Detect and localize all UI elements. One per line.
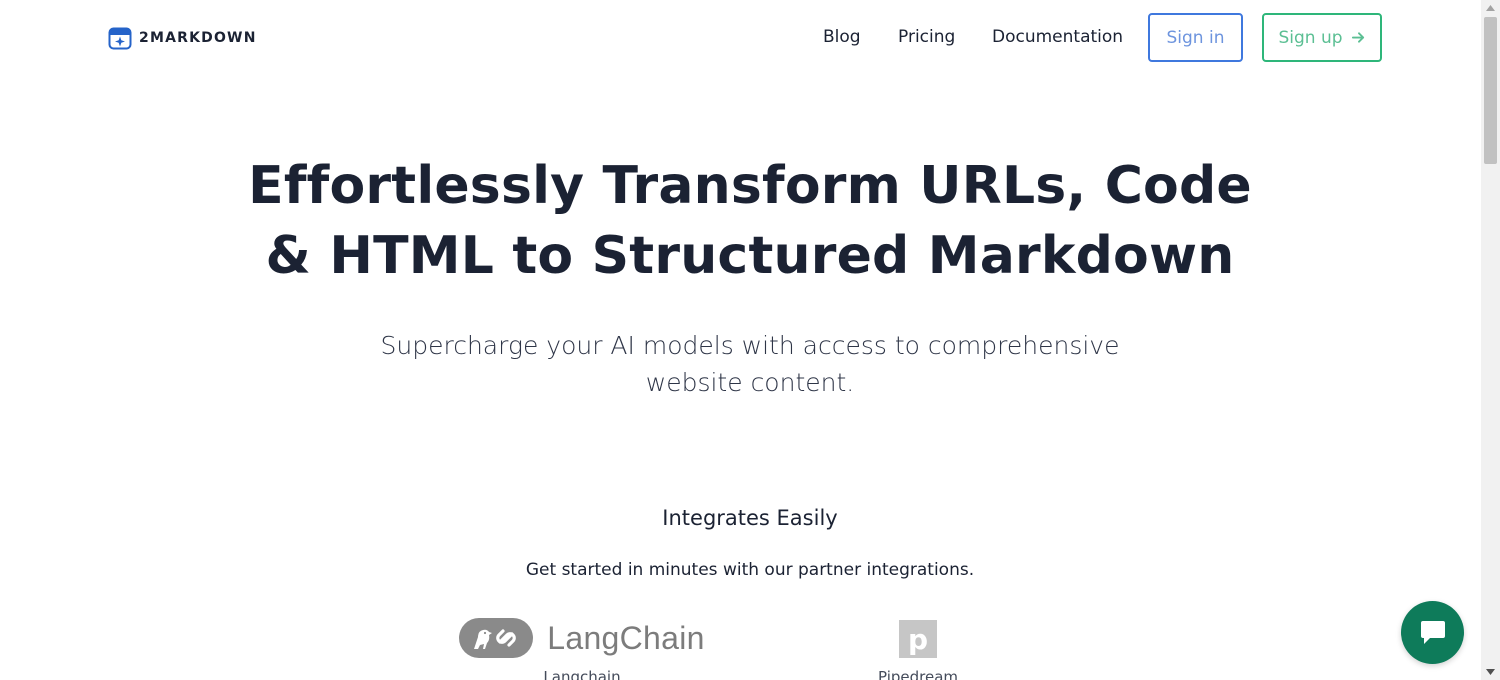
langchain-logo: LangChain <box>459 618 705 658</box>
chat-bubble-icon <box>1420 620 1445 644</box>
site-header: 2MARKDOWN Blog Pricing Documentation Sig… <box>0 0 1480 78</box>
nav-link-documentation[interactable]: Documentation <box>992 27 1123 47</box>
nav-link-pricing[interactable]: Pricing <box>898 27 955 47</box>
sign-in-label: Sign in <box>1166 27 1225 48</box>
langchain-wordmark: LangChain <box>547 619 705 656</box>
brand-logo-link[interactable]: 2MARKDOWN <box>108 26 257 50</box>
scroll-down-arrow-icon[interactable] <box>1481 664 1500 680</box>
arrow-right-icon <box>1351 32 1364 43</box>
vertical-scrollbar[interactable] <box>1481 0 1500 680</box>
partner-pipedream[interactable]: p Pipedream <box>858 618 978 680</box>
partner-langchain[interactable]: LangChain Langchain <box>459 618 705 680</box>
hero-title-line-2: & HTML to Structured Markdown <box>265 226 1235 286</box>
hero-subtitle-line-1: Supercharge your AI models with access t… <box>380 331 1120 360</box>
chat-launcher-button[interactable] <box>1401 601 1464 664</box>
sign-in-button[interactable]: Sign in <box>1148 13 1243 62</box>
hero-subtitle: Supercharge your AI models with access t… <box>380 327 1120 401</box>
parrot-link-icon <box>459 618 534 658</box>
sign-up-label: Sign up <box>1278 27 1343 48</box>
scroll-up-arrow-icon[interactable] <box>1481 0 1500 16</box>
integrations-heading: Integrates Easily <box>662 506 838 530</box>
brand-name: 2MARKDOWN <box>139 30 257 46</box>
nav-link-blog[interactable]: Blog <box>823 27 861 47</box>
sign-up-button[interactable]: Sign up <box>1262 13 1382 62</box>
hero-title-line-1: Effortlessly Transform URLs, Code <box>248 156 1252 216</box>
partner-label-langchain: Langchain <box>543 668 621 680</box>
hero-title: Effortlessly Transform URLs, Code & HTML… <box>200 151 1300 291</box>
integrations-description: Get started in minutes with our partner … <box>525 560 975 580</box>
calendar-sparkle-icon <box>108 27 132 50</box>
scrollbar-thumb[interactable] <box>1484 17 1497 164</box>
partner-label-pipedream: Pipedream <box>877 668 959 680</box>
hero-subtitle-line-2: website content. <box>645 368 855 397</box>
pipedream-logo: p <box>899 620 937 658</box>
page: 2MARKDOWN Blog Pricing Documentation Sig… <box>0 0 1500 680</box>
